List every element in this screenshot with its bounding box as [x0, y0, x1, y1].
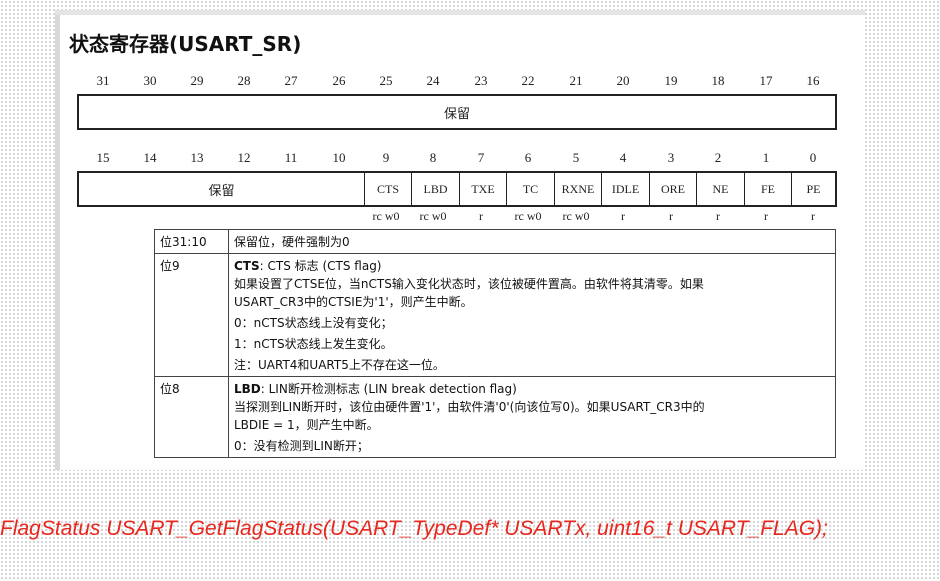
bit-number: 7: [477, 150, 485, 165]
function-signature: FlagStatus USART_GetFlagStatus(USART_Typ…: [0, 517, 828, 540]
description-line: 如果设置了CTSE位，当nCTS输入变化状态时，该位被硬件置高。由软件将其清零。…: [234, 277, 704, 291]
register-title: 状态寄存器(USART_SR): [69, 32, 302, 56]
field-title: : CTS 标志 (CTS flag): [259, 259, 382, 273]
bit-number: 28: [237, 73, 251, 88]
register-doc-panel: 状态寄存器(USART_SR) 31 30 29 28 27 26 25 24 …: [55, 10, 865, 470]
description-line: 0：nCTS状态线上没有变化；: [234, 316, 393, 330]
table-row: 位9 CTS: CTS 标志 (CTS flag) 如果设置了CTSE位，当nC…: [154, 253, 836, 377]
bit-range: 位8: [154, 376, 229, 458]
bit-number: 6: [524, 150, 532, 165]
bit-range: 位9: [154, 253, 229, 377]
access-type: r: [716, 209, 720, 223]
bit-description-table: 位31:10 保留位，硬件强制为0 位9 CTS: CTS 标志 (CTS fl…: [154, 229, 836, 458]
bit-number: 11: [284, 150, 298, 165]
field-fe: FE: [760, 181, 775, 196]
description-heading: CTS: CTS 标志 (CTS flag): [234, 257, 829, 275]
bit-number: 2: [714, 150, 722, 165]
description-line: 0：没有检测到LIN断开；: [234, 439, 369, 453]
bit-number: 0: [809, 150, 817, 165]
field-txe: TXE: [471, 181, 495, 196]
bit-number: 9: [382, 150, 390, 165]
field-pe: PE: [806, 181, 821, 196]
field-ne: NE: [712, 181, 729, 196]
field-rxne: RXNE: [561, 181, 595, 196]
bit-number: 16: [806, 73, 820, 88]
access-type: rc w0: [514, 209, 542, 223]
reserved-field: 保留: [443, 106, 470, 122]
bit-number: 4: [619, 150, 627, 165]
access-type: rc w0: [419, 209, 447, 223]
bit-description: LBD: LIN断开检测标志 (LIN break detection flag…: [228, 376, 836, 458]
bit-number: 15: [96, 150, 110, 165]
bit-number: 30: [143, 73, 157, 88]
access-type: rc w0: [372, 209, 400, 223]
bit-number: 25: [379, 73, 393, 88]
bit-description: CTS: CTS 标志 (CTS flag) 如果设置了CTSE位，当nCTS输…: [228, 253, 836, 377]
table-row: 位8 LBD: LIN断开检测标志 (LIN break detection f…: [154, 376, 836, 458]
description-line: 当探测到LIN断开时，该位由硬件置'1'，由软件清'0'(向该位写0)。如果US…: [234, 400, 705, 414]
bit-number: 19: [664, 73, 678, 88]
field-idle: IDLE: [611, 181, 640, 196]
reserved-field: 保留: [208, 183, 235, 199]
access-type: rc w0: [562, 209, 590, 223]
description-line: 1：nCTS状态线上发生变化。: [234, 337, 393, 351]
bit-number: 3: [667, 150, 675, 165]
bit-number: 18: [711, 73, 725, 88]
bit-number: 14: [143, 150, 157, 165]
field-cts: CTS: [376, 181, 399, 196]
bit-description: 保留位，硬件强制为0: [228, 229, 836, 254]
bit-number: 5: [572, 150, 580, 165]
bit-number: 24: [426, 73, 440, 88]
field-lbd: LBD: [423, 181, 448, 196]
bit-number: 13: [190, 150, 204, 165]
bit-number: 1: [762, 150, 770, 165]
table-row: 位31:10 保留位，硬件强制为0: [154, 229, 836, 254]
field-tc: TC: [522, 181, 539, 196]
bit-number: 8: [429, 150, 437, 165]
access-type: r: [621, 209, 625, 223]
bit-number: 23: [474, 73, 488, 88]
bit-number: 27: [284, 73, 298, 88]
description-line: USART_CR3中的CTSIE为'1'，则产生中断。: [234, 295, 473, 309]
access-type: r: [764, 209, 768, 223]
bit-number: 31: [96, 73, 110, 88]
bit-range: 位31:10: [154, 229, 229, 254]
description-heading: LBD: LIN断开检测标志 (LIN break detection flag…: [234, 380, 829, 398]
bit-number: 22: [521, 73, 535, 88]
field-name: LBD: [234, 382, 261, 396]
bit-number: 21: [569, 73, 583, 88]
field-name: CTS: [234, 259, 260, 273]
access-type: r: [811, 209, 815, 223]
bit-number: 20: [616, 73, 630, 88]
bit-number: 29: [190, 73, 204, 88]
field-ore: ORE: [661, 181, 685, 196]
lower-register-row: 保留 CTS LBD TXE TC RXNE IDLE ORE NE FE PE: [77, 171, 837, 207]
bit-number: 26: [332, 73, 346, 88]
description-line: LBDIE = 1，则产生中断。: [234, 418, 379, 432]
access-type: r: [479, 209, 483, 223]
bit-number: 10: [332, 150, 346, 165]
bit-number: 12: [237, 150, 251, 165]
upper-register-row: 保留: [77, 94, 837, 130]
field-title: : LIN断开检测标志 (LIN break detection flag): [260, 382, 517, 396]
description-line: 保留位，硬件强制为0: [234, 235, 350, 249]
bit-number: 17: [759, 73, 773, 88]
description-line: 注：UART4和UART5上不存在这一位。: [234, 358, 445, 372]
access-type: r: [669, 209, 673, 223]
